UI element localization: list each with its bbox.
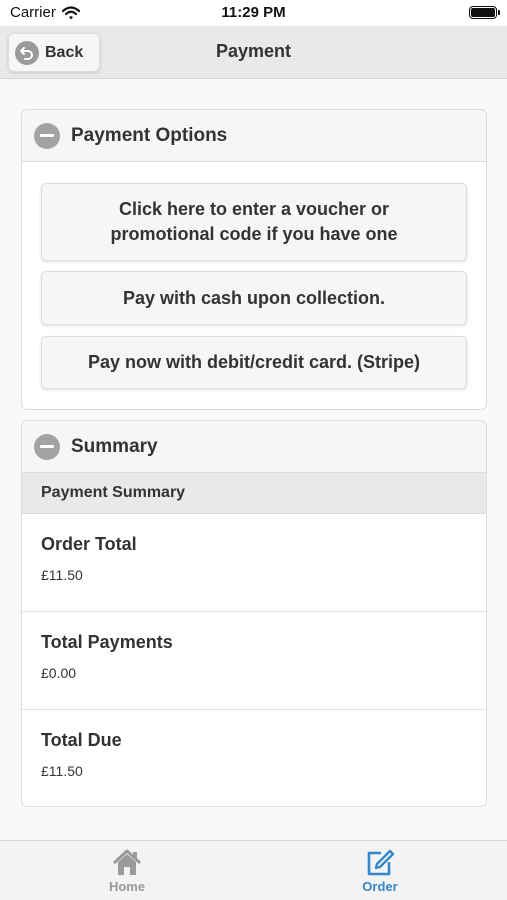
summary-panel: Summary Payment Summary Order Total £11.…	[21, 420, 487, 807]
payment-summary-divider: Payment Summary	[22, 473, 486, 514]
page-title: Payment	[215, 41, 292, 61]
summary-row-total-payments: Total Payments £0.00	[22, 612, 486, 710]
pay-card-button[interactable]: Pay now with debit/credit card. (Stripe)	[41, 336, 467, 389]
tab-bar: Home Order	[0, 840, 507, 900]
row-label: Order Total	[41, 534, 137, 554]
nav-header: Back Payment	[0, 26, 507, 79]
pay-cash-button[interactable]: Pay with cash upon collection.	[41, 271, 467, 325]
battery-icon	[469, 6, 500, 19]
summary-header[interactable]: Summary	[22, 421, 486, 473]
collapse-icon	[34, 122, 60, 149]
row-value: £11.50	[41, 763, 83, 779]
tab-home-label: Home	[108, 879, 146, 894]
status-time: 11:29 PM	[221, 4, 286, 21]
summary-title: Summary	[71, 435, 158, 457]
status-bar: Carrier 11:29 PM	[0, 0, 507, 26]
row-label: Total Due	[41, 730, 122, 750]
summary-row-order-total: Order Total £11.50	[22, 514, 486, 612]
tab-home[interactable]: Home	[77, 849, 177, 894]
collapse-icon	[34, 433, 60, 460]
row-label: Total Payments	[41, 632, 173, 652]
row-value: £11.50	[41, 567, 83, 583]
payment-options-header[interactable]: Payment Options	[22, 110, 486, 162]
tab-order[interactable]: Order	[330, 849, 430, 894]
payment-options-panel: Payment Options Click here to enter a vo…	[21, 109, 487, 410]
home-icon	[112, 849, 142, 875]
tab-order-label: Order	[362, 879, 398, 894]
summary-row-total-due: Total Due £11.50	[22, 710, 486, 806]
voucher-code-button[interactable]: Click here to enter a voucher or promoti…	[41, 183, 467, 261]
payment-options-title: Payment Options	[71, 124, 228, 146]
row-value: £0.00	[41, 665, 77, 681]
edit-icon	[367, 849, 395, 876]
